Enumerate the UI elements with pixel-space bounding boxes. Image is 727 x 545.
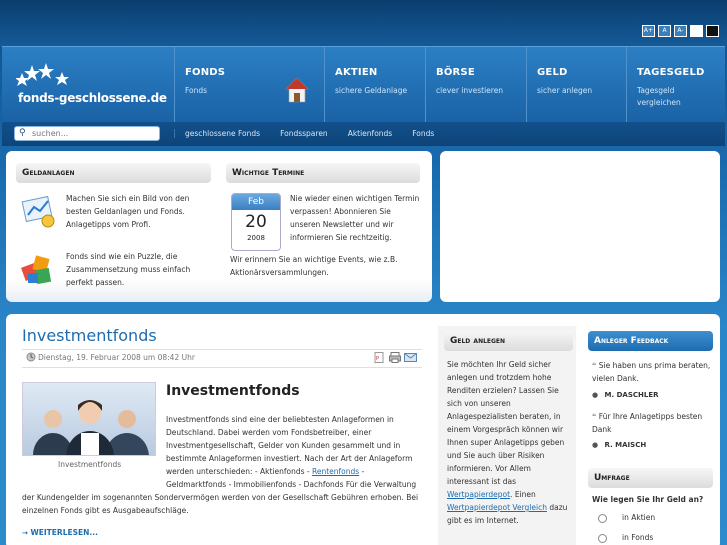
contrast-light-button[interactable] — [690, 25, 703, 37]
wertpapierdepot-link[interactable]: Wertpapierdepot — [447, 490, 510, 499]
font-reset-button[interactable]: A — [658, 25, 671, 37]
article-text: Investmentfonds sind eine der beliebtest… — [166, 415, 413, 476]
sublink-fonds[interactable]: Fonds — [402, 129, 444, 138]
calendar-day: 20 — [245, 212, 267, 232]
nav-title: BÖRSE — [436, 67, 475, 78]
article-body-continued: der Kundengelder im sogenannten Sonderve… — [22, 493, 419, 515]
quote-icon: ❝ — [592, 361, 597, 370]
quote-text: Sie haben uns prima beraten, vielen Dank… — [592, 361, 711, 383]
photo-caption: Investmentfonds — [58, 460, 122, 469]
divider — [22, 349, 422, 350]
calendar-year: 2008 — [247, 234, 265, 242]
sublink-fondssparen[interactable]: Fondssparen — [270, 129, 338, 138]
nav-title: AKTIEN — [335, 67, 378, 78]
quote-text: Für Ihre Anlagetipps besten Dank — [592, 412, 703, 434]
sublink-aktienfonds[interactable]: Aktienfonds — [338, 129, 403, 138]
author-name: R. MAISCH — [604, 441, 647, 449]
email-icon[interactable] — [404, 353, 417, 362]
read-more-link[interactable]: → WEITERLESEN... — [22, 528, 98, 537]
logo-text: fonds-geschlossene.de — [18, 91, 167, 105]
arrow-icon: → — [22, 529, 28, 537]
nav-title: TAGESGELD — [637, 67, 705, 78]
nav-item-aktien[interactable]: AKTIEN sichere Geldanlage — [324, 47, 425, 123]
search-icon[interactable]: ⚲ — [19, 128, 26, 138]
chart-paper-icon — [21, 195, 55, 228]
site-logo[interactable]: fonds-geschlossene.de — [12, 59, 167, 114]
termine-text-2: Wir erinnern Sie an wichtige Events, wie… — [230, 255, 398, 277]
poll-question: Wie legen Sie Ihr Geld an? — [592, 495, 704, 504]
feedback-author-1: ● M. DASCHLER — [592, 389, 659, 402]
main-navigation: fonds-geschlossene.de FONDS Fonds AKTIEN… — [2, 46, 725, 123]
text: . Einen — [510, 490, 536, 499]
svg-text:P: P — [376, 356, 379, 362]
contrast-dark-button[interactable] — [706, 25, 719, 37]
geldanlagen-heading: Geldanlagen — [16, 163, 211, 183]
calendar-month: Feb — [232, 194, 280, 210]
text: Sie möchten Ihr Geld sicher anlegen und … — [447, 360, 565, 486]
geldanlagen-text-1: Machen Sie sich ein Bild von den besten … — [66, 194, 190, 229]
nav-subtitle: sichere Geldanlage — [335, 86, 408, 95]
poll-heading: Umfrage — [588, 468, 713, 488]
person-icon: ● — [592, 391, 599, 399]
search-box: ⚲ — [14, 126, 160, 141]
font-size-controls: A+ A A- — [642, 25, 719, 37]
termine-text: Nie wieder einen wichtigen Termin verpas… — [290, 194, 420, 242]
poll-option-fonds: in Fonds — [622, 533, 654, 542]
author-name: M. DASCHLER — [604, 391, 659, 399]
person-icon: ● — [592, 441, 599, 449]
font-increase-button[interactable]: A+ — [642, 25, 655, 37]
nav-item-geld[interactable]: GELD sicher anlegen — [526, 47, 626, 123]
article-photo — [22, 382, 156, 456]
geldanlagen-text-2: Fonds sind wie ein Puzzle, die Zusammens… — [66, 252, 191, 287]
poll-radio-fonds[interactable] — [598, 534, 607, 543]
geld-anlegen-heading: Geld anlegen — [444, 331, 573, 351]
termine-heading: Wichtige Termine — [226, 163, 420, 183]
puzzle-icon — [21, 255, 52, 285]
calendar-icon: Feb 20 2008 — [231, 193, 281, 251]
side-panel — [440, 151, 720, 302]
article-date: Dienstag, 19. Februar 2008 um 08:42 Uhr — [38, 353, 195, 362]
nav-subtitle: clever investieren — [436, 86, 504, 95]
rentenfonds-link[interactable]: Rentenfonds — [312, 467, 359, 476]
divider — [22, 367, 422, 368]
nav-subtitle: sicher anlegen — [537, 86, 593, 95]
top-bar: A+ A A- — [0, 0, 727, 46]
nav-subtitle: Tagesgeld vergleichen — [637, 86, 681, 107]
feedback-quote-1: ❝ Sie haben uns prima beraten, vielen Da… — [592, 359, 714, 385]
geld-anlegen-text: Sie möchten Ihr Geld sicher anlegen und … — [447, 358, 571, 527]
font-decrease-button[interactable]: A- — [674, 25, 687, 37]
quote-icon: ❝ — [592, 412, 597, 421]
stars-icon — [16, 63, 69, 86]
feedback-author-2: ● R. MAISCH — [592, 439, 646, 452]
article-body: Investmentfonds sind eine der beliebtest… — [166, 413, 422, 491]
read-more-label: WEITERLESEN... — [30, 528, 98, 537]
article-title[interactable]: Investmentfonds — [22, 326, 157, 345]
depot-vergleich-link[interactable]: Wertpapierdepot Vergleich — [447, 503, 547, 512]
search-bar: ⚲ geschlossene Fonds Fondssparen Aktienf… — [2, 122, 725, 146]
feedback-heading: Anleger Feedback — [588, 331, 713, 351]
nav-item-tagesgeld[interactable]: TAGESGELD Tagesgeld vergleichen — [626, 47, 725, 123]
home-icon[interactable] — [285, 77, 309, 103]
nav-title: GELD — [537, 67, 568, 78]
feedback-quote-2: ❝ Für Ihre Anlagetipps besten Dank — [592, 410, 714, 436]
clock-icon — [26, 352, 36, 362]
sub-navigation: geschlossene Fonds Fondssparen Aktienfon… — [174, 129, 444, 138]
poll-radio-aktien[interactable] — [598, 514, 607, 523]
business-people-image — [33, 400, 149, 455]
pdf-icon[interactable]: P — [374, 352, 384, 363]
nav-item-boerse[interactable]: BÖRSE clever investieren — [425, 47, 526, 123]
print-icon[interactable] — [389, 352, 401, 363]
poll-option-aktien: in Aktien — [622, 513, 656, 522]
sublink-geschlossene-fonds[interactable]: geschlossene Fonds — [174, 129, 270, 138]
article-heading: Investmentfonds — [166, 383, 300, 399]
search-input[interactable] — [32, 128, 152, 139]
